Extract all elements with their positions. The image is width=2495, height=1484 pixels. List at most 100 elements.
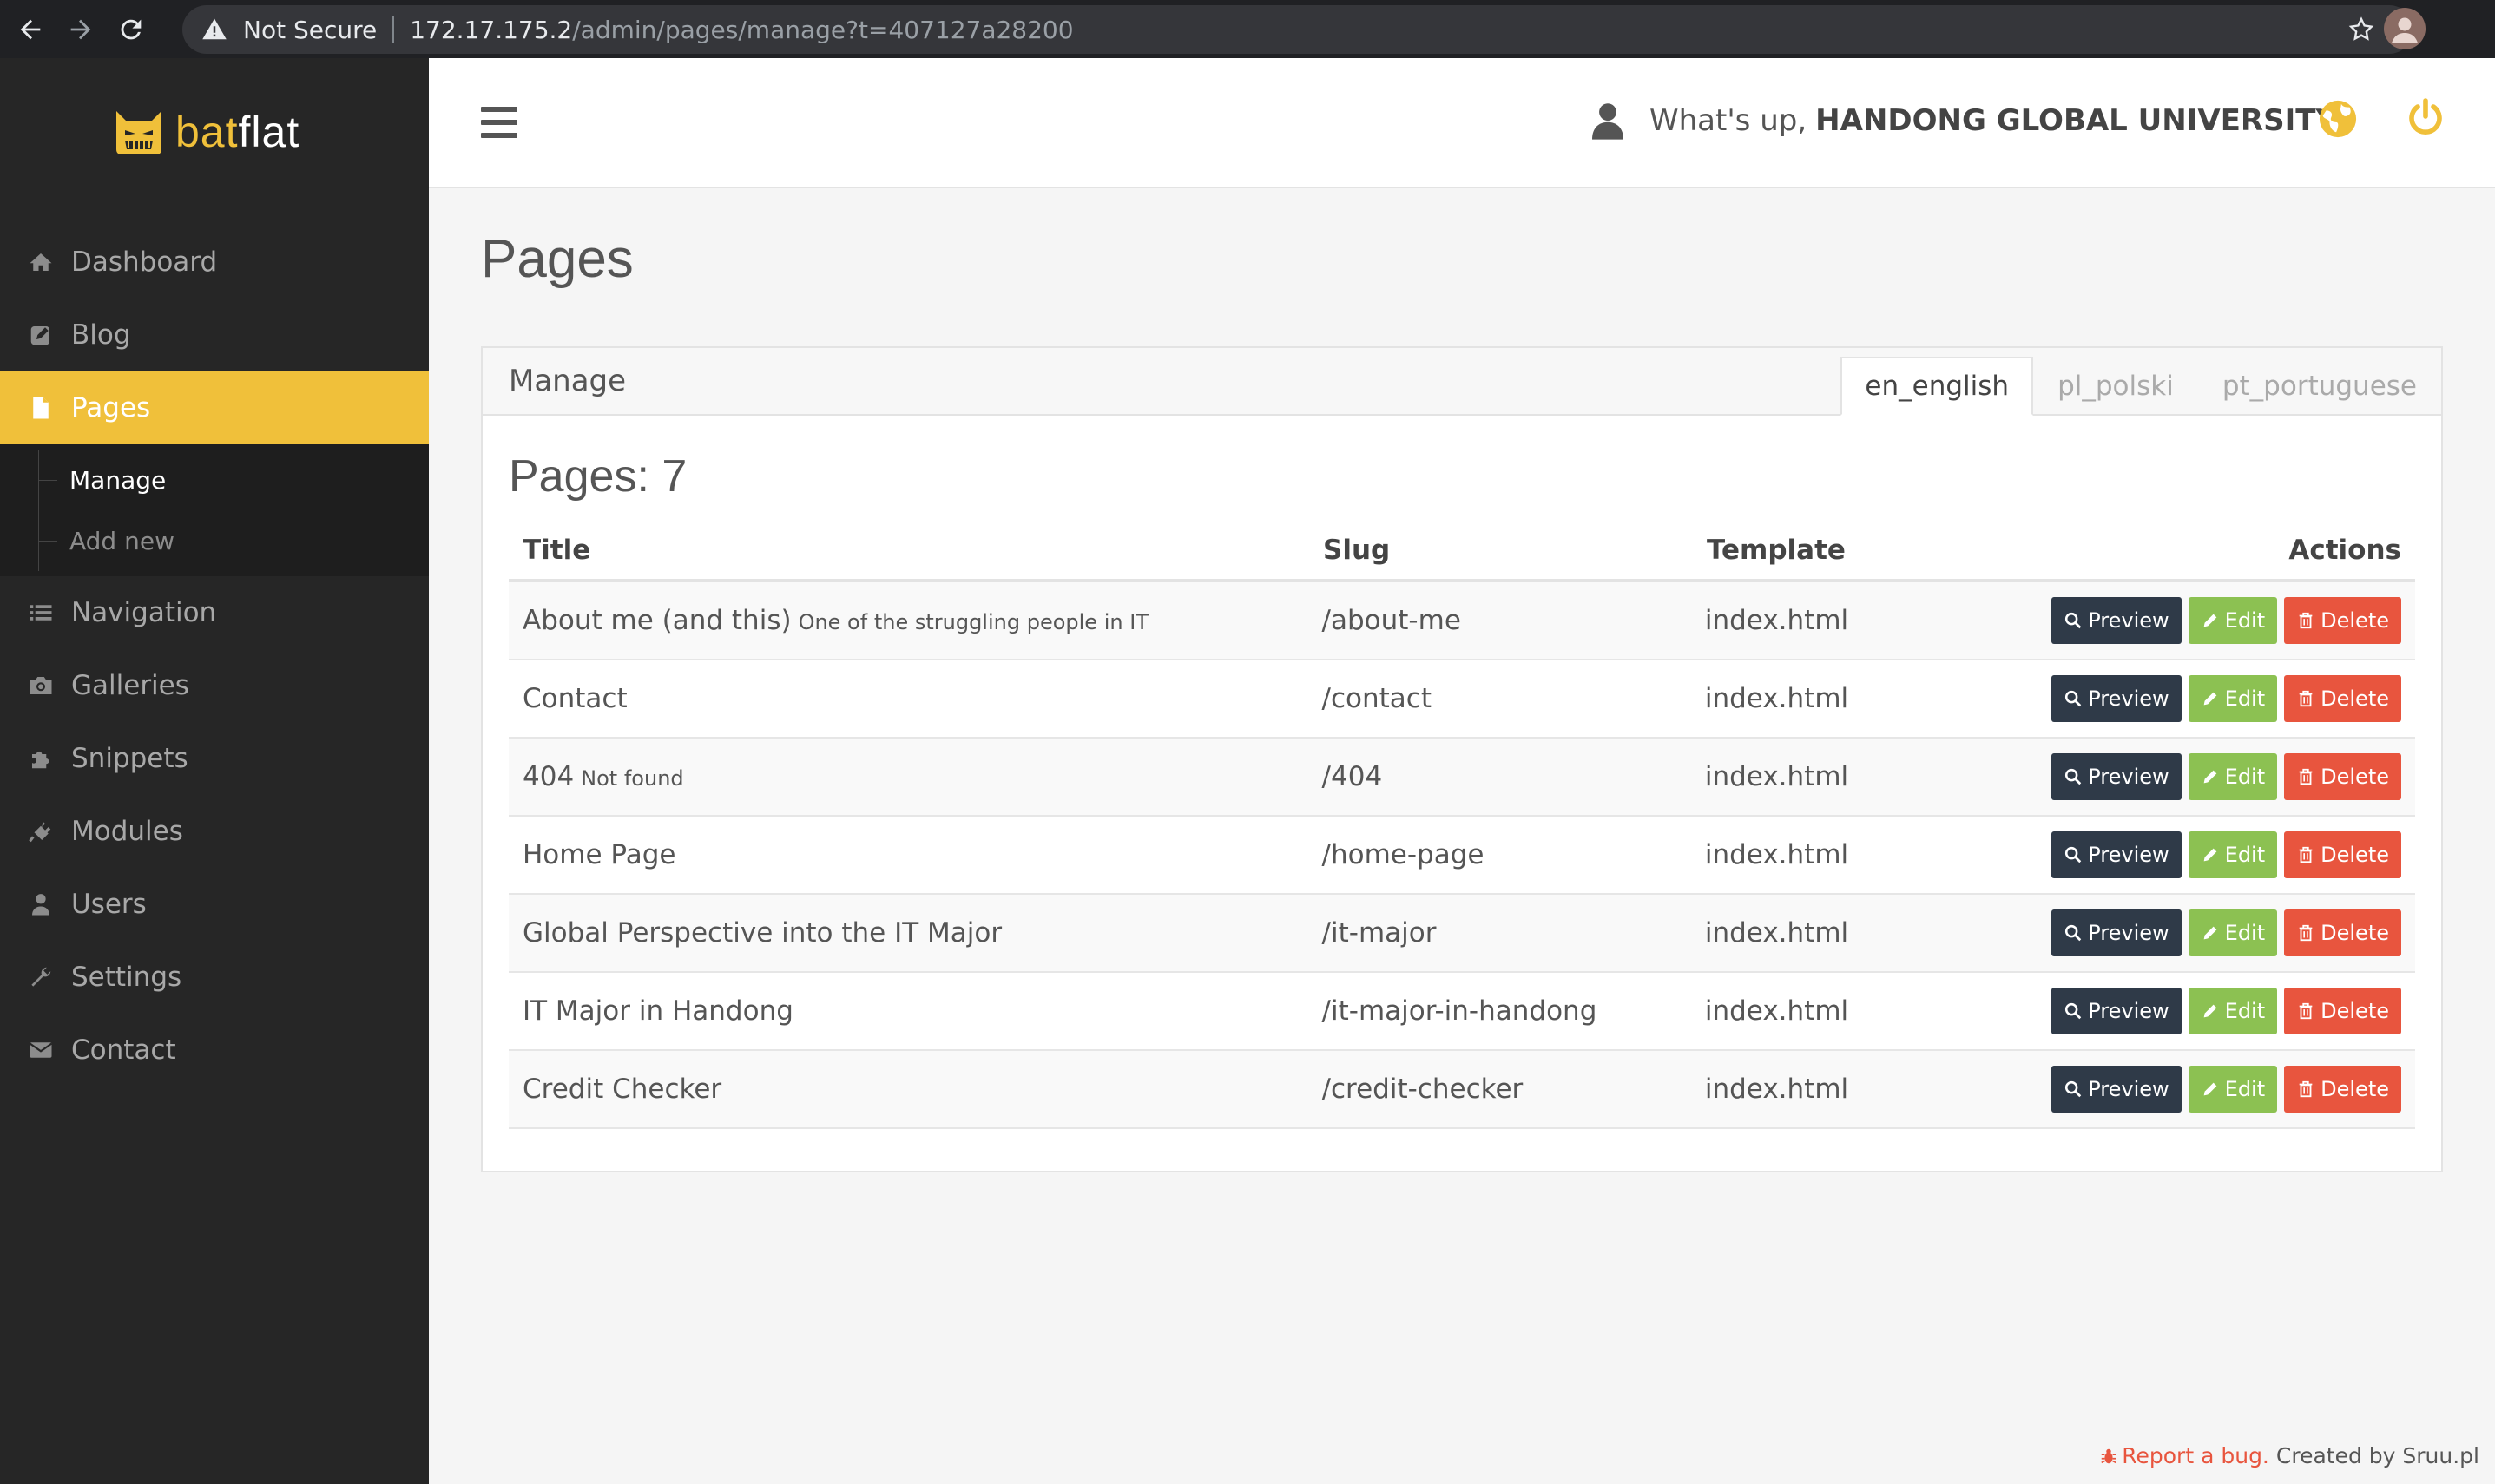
tab-pl-polski[interactable]: pl_polski [2033, 357, 2198, 416]
greeting-user: HANDONG GLOBAL UNIVERSITY [1815, 103, 2338, 138]
edit-label: Edit [2224, 608, 2266, 633]
globe-icon[interactable] [2318, 99, 2358, 139]
page-title-text: About me (and this) [523, 605, 792, 636]
trash-icon [2299, 1080, 2313, 1098]
preview-label: Preview [2088, 999, 2169, 1023]
row-actions: Preview Edit Delete [2051, 909, 2415, 956]
sidebar-subitem-add-new[interactable]: Add new [0, 510, 429, 571]
table-header: Title Slug Template Actions [509, 522, 2415, 582]
delete-label: Delete [2321, 921, 2389, 945]
envelope-icon [29, 1042, 53, 1058]
row-template: index.html [1704, 761, 1849, 792]
sidebar-item-galleries[interactable]: Galleries [0, 649, 429, 722]
sidebar-item-label: Pages [71, 392, 151, 424]
language-tabs: en_english pl_polski pt_portuguese [1840, 357, 2441, 416]
sidebar: batflat Dashboard Blog Pages Manage Add … [0, 58, 429, 1484]
pencil-icon [2203, 1004, 2216, 1018]
delete-button[interactable]: Delete [2284, 831, 2401, 878]
preview-button[interactable]: Preview [2051, 909, 2182, 956]
address-bar[interactable]: Not Secure 172.17.175.2 /admin/pages/man… [182, 5, 2413, 54]
preview-button[interactable]: Preview [2051, 1066, 2182, 1113]
preview-label: Preview [2088, 686, 2169, 711]
panel-header: Manage en_english pl_polski pt_portugues… [483, 348, 2441, 416]
profile-avatar[interactable] [2384, 8, 2426, 49]
edit-button[interactable]: Edit [2188, 1066, 2278, 1113]
edit-label: Edit [2224, 686, 2266, 711]
preview-button[interactable]: Preview [2051, 597, 2182, 644]
edit-label: Edit [2224, 921, 2266, 945]
delete-button[interactable]: Delete [2284, 1066, 2401, 1113]
edit-label: Edit [2224, 765, 2266, 789]
row-actions: Preview Edit Delete [2051, 1066, 2415, 1113]
arrow-left-icon [20, 19, 41, 39]
sidebar-item-contact[interactable]: Contact [0, 1014, 429, 1087]
edit-button[interactable]: Edit [2188, 753, 2278, 800]
row-actions: Preview Edit Delete [2051, 988, 2415, 1034]
preview-button[interactable]: Preview [2051, 753, 2182, 800]
back-button[interactable] [10, 10, 50, 49]
edit-button[interactable]: Edit [2188, 909, 2278, 956]
sidebar-item-snippets[interactable]: Snippets [0, 722, 429, 795]
table-row: Global Perspective into the IT Major/it-… [509, 895, 2415, 973]
edit-button[interactable]: Edit [2188, 675, 2278, 722]
sidebar-item-settings[interactable]: Settings [0, 941, 429, 1014]
hamburger-menu-icon[interactable] [481, 107, 517, 138]
table-row: Contact/contact index.html Preview Edit Dele… [509, 660, 2415, 739]
power-icon[interactable] [2405, 97, 2446, 139]
edit-button[interactable]: Edit [2188, 831, 2278, 878]
delete-button[interactable]: Delete [2284, 753, 2401, 800]
delete-button[interactable]: Delete [2284, 675, 2401, 722]
table-body: About me (and this) One of the struggling… [509, 582, 2415, 1129]
sidebar-item-dashboard[interactable]: Dashboard [0, 226, 429, 299]
preview-button[interactable]: Preview [2051, 831, 2182, 878]
pages-submenu: Manage Add new [0, 444, 429, 576]
tab-pt-portuguese[interactable]: pt_portuguese [2198, 357, 2441, 416]
pencil-icon [2203, 848, 2216, 862]
delete-button[interactable]: Delete [2284, 909, 2401, 956]
sidebar-item-label: Dashboard [71, 246, 218, 278]
page-title-text: Global Perspective into the IT Major [523, 917, 1003, 949]
delete-button[interactable]: Delete [2284, 597, 2401, 644]
puzzle-icon [32, 751, 49, 769]
reload-button[interactable] [111, 10, 151, 49]
sidebar-item-users[interactable]: Users [0, 868, 429, 941]
row-template: index.html [1704, 605, 1849, 636]
sidebar-subitem-manage[interactable]: Manage [0, 450, 429, 510]
delete-label: Delete [2321, 686, 2389, 711]
delete-button[interactable]: Delete [2284, 988, 2401, 1034]
search-icon [2065, 846, 2082, 863]
bookmark-star-icon[interactable] [2347, 16, 2375, 43]
sidebar-item-navigation[interactable]: Navigation [0, 576, 429, 649]
sidebar-item-pages[interactable]: Pages [0, 371, 429, 444]
row-template: index.html [1704, 1074, 1849, 1105]
row-template: index.html [1704, 917, 1849, 949]
report-bug-link[interactable]: Report a bug. [2099, 1443, 2269, 1468]
url-host: 172.17.175.2 [410, 15, 573, 44]
column-actions: Actions [2054, 535, 2415, 566]
brand-logo[interactable]: batflat [113, 93, 300, 171]
sidebar-item-modules[interactable]: Modules [0, 795, 429, 868]
wrench-icon [31, 967, 51, 987]
forward-button[interactable] [61, 10, 101, 49]
security-label: Not Secure [243, 15, 378, 44]
tab-en-english[interactable]: en_english [1840, 357, 2034, 416]
top-header: What's up, HANDONG GLOBAL UNIVERSITY ? [429, 58, 2495, 188]
edit-button[interactable]: Edit [2188, 597, 2278, 644]
delete-label: Delete [2321, 608, 2389, 633]
address-divider [392, 16, 395, 43]
trash-icon [2299, 1002, 2313, 1020]
sidebar-item-label: Blog [71, 319, 131, 351]
row-slug: /home-page [1321, 839, 1484, 870]
edit-label: Edit [2224, 999, 2266, 1023]
sidebar-item-blog[interactable]: Blog [0, 299, 429, 371]
preview-button[interactable]: Preview [2051, 988, 2182, 1034]
preview-label: Preview [2088, 608, 2169, 633]
pencil-icon [2203, 770, 2216, 784]
preview-label: Preview [2088, 843, 2169, 867]
user-icon [1592, 103, 1623, 140]
row-title-cell: IT Major in Handong [509, 995, 1322, 1027]
search-icon [2065, 1080, 2082, 1098]
trash-icon [2299, 690, 2313, 707]
preview-button[interactable]: Preview [2051, 675, 2182, 722]
edit-button[interactable]: Edit [2188, 988, 2278, 1034]
